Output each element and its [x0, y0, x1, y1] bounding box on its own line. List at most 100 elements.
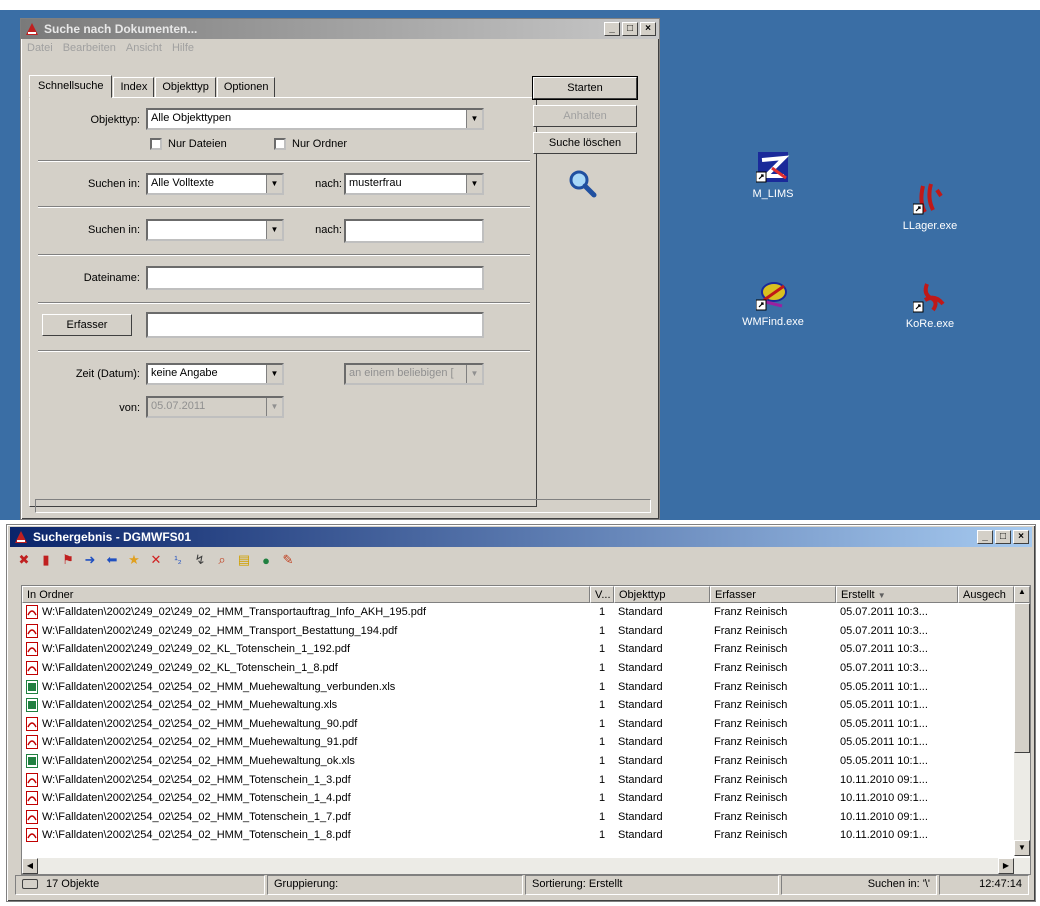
table-row[interactable]: W:\Falldaten\2002\254_02\254_02_HMM_Tote…: [22, 789, 1030, 808]
horizontal-scrollbar[interactable]: ◀ ▶: [22, 858, 1030, 874]
table-row[interactable]: W:\Falldaten\2002\254_02\254_02_HMM_Mueh…: [22, 696, 1030, 715]
close-red-icon[interactable]: ✕: [147, 551, 165, 569]
suche-loeschen-button[interactable]: Suche löschen: [533, 132, 637, 154]
minimize-button[interactable]: _: [604, 22, 620, 36]
pdf-file-icon: [26, 716, 38, 731]
table-row[interactable]: W:\Falldaten\2002\249_02\249_02_KL_Toten…: [22, 640, 1030, 659]
sort-cancel-icon[interactable]: ↯: [191, 551, 209, 569]
column-header-objekttyp[interactable]: Objekttyp: [614, 586, 710, 603]
dateiname-input[interactable]: [146, 266, 484, 290]
menu-datei[interactable]: Datei: [27, 42, 53, 54]
von-date-select[interactable]: 05.07.2011 ▼: [146, 396, 284, 418]
chevron-down-icon[interactable]: ▼: [266, 221, 282, 239]
nach-input-2[interactable]: [344, 219, 484, 243]
nur-ordner-checkbox[interactable]: Nur Ordner: [274, 138, 347, 150]
desktop-icon-kore[interactable]: KoRe.exe: [885, 280, 975, 330]
scroll-left-button[interactable]: ◀: [22, 858, 38, 874]
tab-schnellsuche[interactable]: Schnellsuche: [29, 75, 113, 98]
chevron-down-icon[interactable]: ▼: [466, 365, 482, 383]
dateiname-label: Dateiname:: [83, 272, 140, 284]
objekttyp-select[interactable]: Alle Objekttypen ▼: [146, 108, 484, 130]
folder-path: W:\Falldaten\2002\249_02\249_02_KL_Toten…: [42, 643, 351, 656]
minimize-button[interactable]: _: [977, 530, 993, 544]
starten-button[interactable]: Starten: [532, 76, 638, 100]
zeit-mode-select[interactable]: an einem beliebigen [ ▼: [344, 363, 484, 385]
chevron-down-icon[interactable]: ▼: [466, 175, 482, 193]
search-result-icon[interactable]: ⌕: [213, 551, 231, 569]
tab-index[interactable]: Index: [113, 77, 155, 98]
erfasser-input[interactable]: [146, 312, 484, 338]
kore-icon: [912, 280, 947, 314]
checkbox-box[interactable]: [150, 138, 162, 150]
column-header-in-ordner[interactable]: In Ordner: [22, 586, 590, 603]
scroll-right-button[interactable]: ▶: [998, 858, 1014, 874]
result-window-titlebar[interactable]: Suchergebnis - DGMWFS01 _ □ ×: [10, 527, 1032, 547]
table-row[interactable]: W:\Falldaten\2002\254_02\254_02_HMM_Tote…: [22, 826, 1030, 845]
column-header-erstellt[interactable]: Erstellt ▼: [836, 586, 958, 603]
flag-red-icon[interactable]: ⚑: [59, 551, 77, 569]
table-row[interactable]: W:\Falldaten\2002\254_02\254_02_HMM_Mueh…: [22, 733, 1030, 752]
chevron-down-icon[interactable]: ▼: [266, 398, 282, 416]
table-row[interactable]: W:\Falldaten\2002\254_02\254_02_HMM_Tote…: [22, 808, 1030, 827]
table-row[interactable]: W:\Falldaten\2002\254_02\254_02_HMM_Mueh…: [22, 677, 1030, 696]
separator: [38, 206, 530, 208]
scrollbar-thumb[interactable]: [1014, 603, 1030, 753]
desktop-icon-llager[interactable]: LLager.exe: [885, 182, 975, 232]
arrow-right-icon[interactable]: ➜: [81, 551, 99, 569]
maximize-button[interactable]: □: [622, 22, 638, 36]
desktop-icon-m-lims[interactable]: M_LIMS: [728, 150, 818, 200]
desktop-icon-wmfind[interactable]: WMFind.exe: [728, 278, 818, 328]
suchen-in-select-2[interactable]: ▼: [146, 219, 284, 241]
search-window-titlebar[interactable]: Suche nach Dokumenten... _ □ ×: [21, 19, 659, 39]
edit-icon[interactable]: ✎: [279, 551, 297, 569]
table-row[interactable]: W:\Falldaten\2002\249_02\249_02_HMM_Tran…: [22, 622, 1030, 641]
column-header-version[interactable]: V...: [590, 586, 614, 603]
star-icon[interactable]: ★: [125, 551, 143, 569]
cell-erfasser: Franz Reinisch: [714, 755, 788, 768]
scroll-up-button[interactable]: ▲: [1014, 586, 1030, 603]
vertical-scrollbar[interactable]: ▼: [1014, 603, 1030, 856]
cell-version: 1: [598, 773, 606, 786]
objekttyp-label: Objekttyp:: [90, 114, 140, 126]
arrow-left-icon[interactable]: ⬅: [103, 551, 121, 569]
excel-file-icon: [26, 698, 38, 713]
chevron-down-icon[interactable]: ▼: [466, 110, 482, 128]
table-row[interactable]: W:\Falldaten\2002\254_02\254_02_HMM_Mueh…: [22, 715, 1030, 734]
nur-dateien-checkbox[interactable]: Nur Dateien: [150, 138, 227, 150]
close-button[interactable]: ×: [640, 22, 656, 36]
scroll-down-button[interactable]: ▼: [1014, 840, 1030, 856]
table-row[interactable]: W:\Falldaten\2002\249_02\249_02_KL_Toten…: [22, 659, 1030, 678]
tab-optionen[interactable]: Optionen: [216, 77, 276, 98]
menu-hilfe[interactable]: Hilfe: [172, 42, 194, 54]
table-row[interactable]: W:\Falldaten\2002\254_02\254_02_HMM_Tote…: [22, 770, 1030, 789]
desktop-icon-label: KoRe.exe: [905, 318, 955, 330]
delete-red-icon[interactable]: ✖: [15, 551, 33, 569]
close-button[interactable]: ×: [1013, 530, 1029, 544]
chevron-down-icon[interactable]: ▼: [266, 175, 282, 193]
anhalten-button[interactable]: Anhalten: [533, 105, 637, 127]
nach-select-1[interactable]: musterfrau ▼: [344, 173, 484, 195]
zeit-select[interactable]: keine Angabe ▼: [146, 363, 284, 385]
table-row[interactable]: W:\Falldaten\2002\254_02\254_02_HMM_Mueh…: [22, 752, 1030, 771]
suchen-in-select-1[interactable]: Alle Volltexte ▼: [146, 173, 284, 195]
menu-ansicht[interactable]: Ansicht: [126, 42, 162, 54]
bookmark-red-icon[interactable]: ▮: [37, 551, 55, 569]
maximize-button[interactable]: □: [995, 530, 1011, 544]
cell-erstellt: 05.07.2011 10:3...: [840, 643, 928, 656]
column-header-erfasser[interactable]: Erfasser: [710, 586, 836, 603]
nach-label-2: nach:: [315, 224, 342, 236]
menu-bearbeiten[interactable]: Bearbeiten: [63, 42, 116, 54]
document-yellow-icon[interactable]: ▤: [235, 551, 253, 569]
column-header-ausgecheckt[interactable]: Ausgech: [958, 586, 1014, 603]
sort-numeric-icon[interactable]: ¹₂: [169, 551, 187, 569]
chevron-down-icon[interactable]: ▼: [266, 365, 282, 383]
status-suchen-in: Suchen in: '\': [781, 875, 937, 895]
folder-path: W:\Falldaten\2002\249_02\249_02_HMM_Tran…: [42, 624, 398, 637]
table-row[interactable]: W:\Falldaten\2002\249_02\249_02_HMM_Tran…: [22, 603, 1030, 622]
pdf-file-icon: [26, 791, 38, 806]
tab-objekttyp[interactable]: Objekttyp: [155, 77, 216, 98]
checkbox-box[interactable]: [274, 138, 286, 150]
refresh-green-icon[interactable]: ●: [257, 551, 275, 569]
erfasser-button[interactable]: Erfasser: [42, 314, 132, 336]
status-gruppierung: Gruppierung:: [267, 875, 523, 895]
